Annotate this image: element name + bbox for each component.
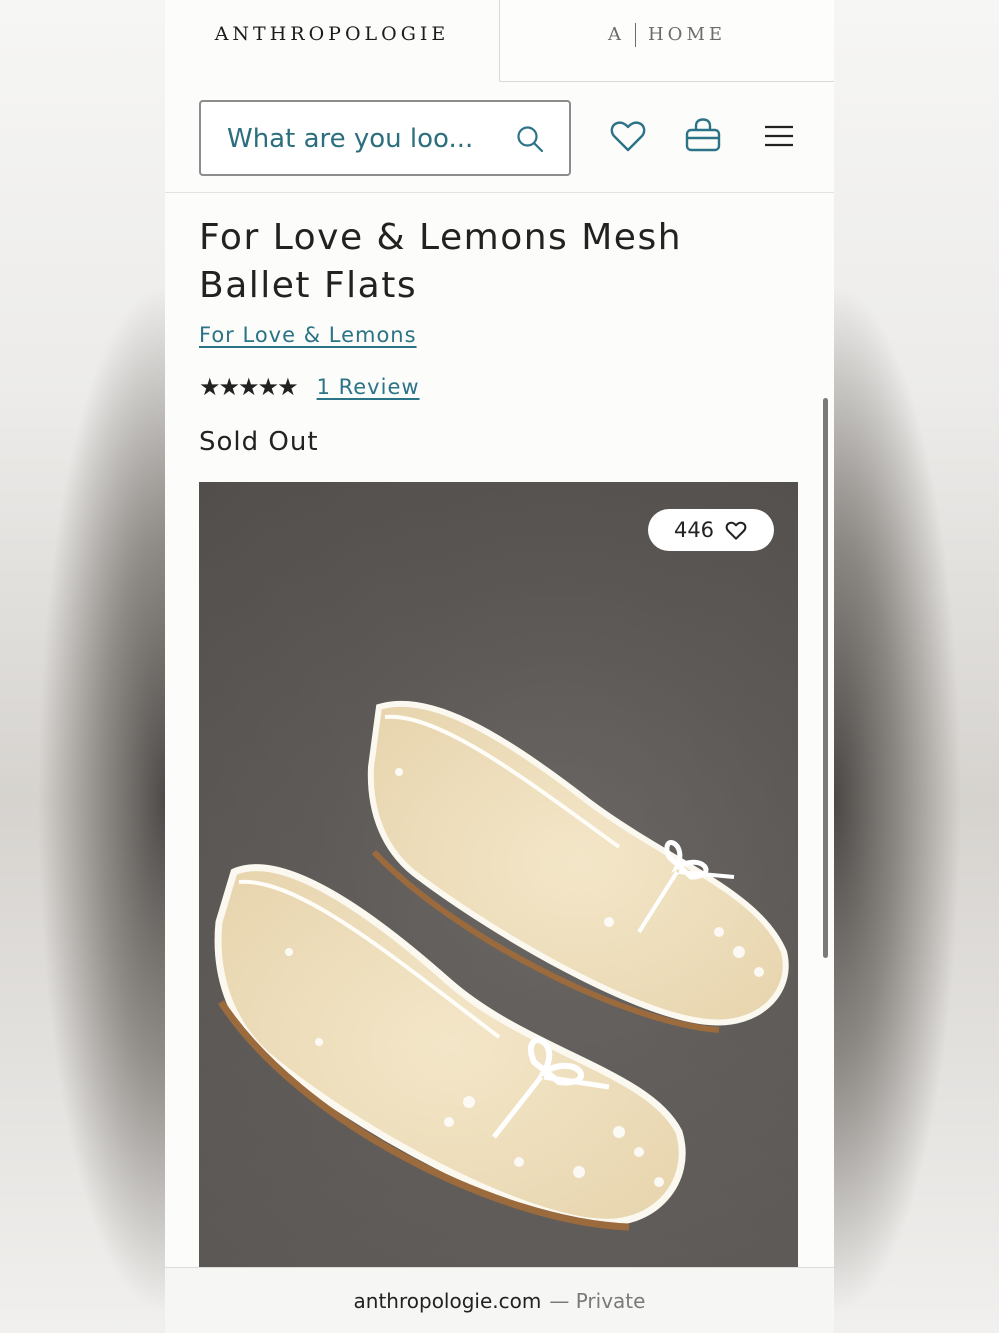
home-tab-mark: A: [607, 24, 625, 45]
search-icon[interactable]: [515, 124, 545, 154]
favorite-count: 446: [673, 518, 715, 542]
search-box[interactable]: [199, 100, 571, 176]
favorite-count-button[interactable]: 446: [648, 509, 774, 551]
ballet-flats-illustration: [199, 482, 798, 1282]
shopping-bag-icon[interactable]: [683, 116, 723, 156]
rating-row: ★★★★★ 1 Review: [199, 373, 420, 401]
url-domain: anthropologie.com: [353, 1289, 542, 1313]
background-blur-left: [0, 0, 165, 1333]
browser-viewport: ANTHROPOLOGIE A HOME F: [165, 0, 834, 1333]
site-tabs: ANTHROPOLOGIE A HOME: [165, 0, 834, 82]
background-blur-right: [834, 0, 999, 1333]
home-tab-label: HOME: [647, 24, 727, 45]
private-mode-label: — Private: [549, 1289, 646, 1313]
site-header: [165, 82, 834, 193]
brand-link[interactable]: For Love & Lemons: [199, 323, 417, 347]
browser-address-bar[interactable]: anthropologie.com — Private: [165, 1267, 834, 1333]
heart-outline-icon: [725, 521, 747, 540]
reviews-link[interactable]: 1 Review: [317, 375, 420, 399]
search-input[interactable]: [225, 118, 499, 160]
stock-status: Sold Out: [199, 427, 319, 457]
product-title: For Love & Lemons Mesh Ballet Flats: [199, 217, 683, 306]
tab-anthropologie-home[interactable]: A HOME: [499, 0, 834, 82]
tab-anthropologie[interactable]: ANTHROPOLOGIE: [165, 0, 499, 82]
scrollbar[interactable]: [823, 398, 828, 958]
tab-divider: [634, 22, 636, 47]
rating-stars: ★★★★★: [199, 373, 299, 401]
heart-icon[interactable]: [608, 116, 648, 156]
product-image[interactable]: 446: [199, 482, 798, 1282]
menu-icon[interactable]: [759, 116, 799, 156]
